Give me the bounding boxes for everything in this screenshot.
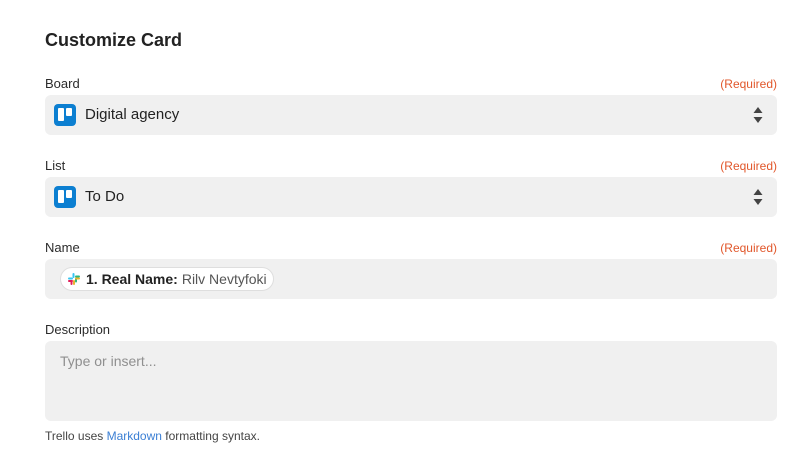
name-token-chip[interactable]: 1. Real Name: Rilv Nevtyfoki <box>60 267 274 291</box>
name-required: (Required) <box>720 241 777 255</box>
list-required: (Required) <box>720 159 777 173</box>
name-field[interactable]: 1. Real Name: Rilv Nevtyfoki <box>45 259 777 299</box>
slack-icon <box>68 273 80 285</box>
markdown-hint: Trello uses Markdown formatting syntax. <box>45 429 260 443</box>
description-placeholder: Type or insert... <box>60 353 157 369</box>
trello-icon <box>54 104 76 126</box>
list-value: To Do <box>85 188 125 205</box>
chip-value: Rilv Nevtyfoki <box>181 271 267 287</box>
sort-arrows-icon <box>753 107 763 123</box>
chip-key: 1. Real Name: <box>86 271 178 287</box>
hint-suffix: formatting syntax. <box>161 429 260 443</box>
sort-arrows-icon <box>753 189 763 205</box>
description-field[interactable]: Type or insert... <box>45 341 777 421</box>
board-value: Digital agency <box>85 106 180 123</box>
description-label: Description <box>45 322 111 337</box>
name-label: Name <box>45 240 80 255</box>
trello-icon <box>54 186 76 208</box>
board-required: (Required) <box>720 77 777 91</box>
list-label: List <box>45 158 66 173</box>
markdown-link[interactable]: Markdown <box>107 429 162 443</box>
customize-card-title: Customize Card <box>45 30 183 50</box>
board-label: Board <box>45 76 80 91</box>
list-select[interactable]: To Do <box>45 177 777 217</box>
board-select[interactable]: Digital agency <box>45 95 777 135</box>
hint-prefix: Trello uses <box>45 429 107 443</box>
